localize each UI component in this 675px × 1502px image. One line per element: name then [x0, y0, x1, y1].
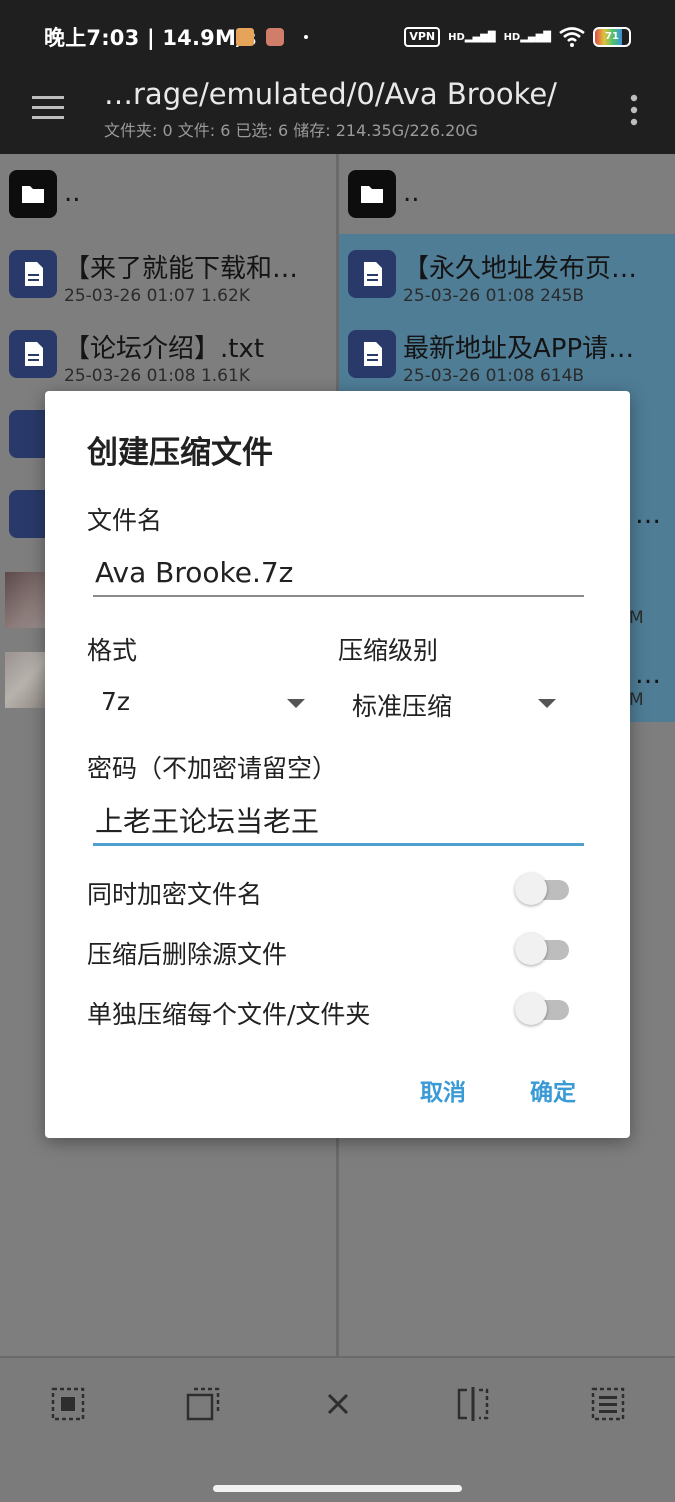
dialog-title: 创建压缩文件: [87, 435, 273, 471]
invert-selection-icon[interactable]: [455, 1386, 491, 1422]
file-meta: 25-03-26 01:07 1.62K: [64, 286, 250, 306]
parent-folder-label: ..: [403, 178, 420, 208]
parent-folder-row[interactable]: ..: [0, 164, 336, 244]
format-value: 7z: [101, 687, 131, 716]
compress-separately-toggle[interactable]: [515, 991, 571, 1027]
partial-file-name: …: [635, 660, 661, 690]
chevron-down-icon: [538, 699, 556, 708]
wifi-icon: [559, 27, 585, 47]
cancel-button[interactable]: 取消: [420, 1073, 466, 1107]
image-thumbnail: [5, 652, 49, 708]
parent-folder-label: ..: [64, 178, 81, 208]
format-dropdown[interactable]: 7z: [93, 681, 315, 725]
delete-source-label: 压缩后删除源文件: [87, 940, 288, 969]
toolbar: …rage/emulated/0/Ava Brooke/ 文件夹: 0 文件: …: [0, 72, 675, 154]
password-label: 密码（不加密请留空）: [87, 754, 338, 783]
select-range-icon[interactable]: [185, 1386, 221, 1422]
more-options-icon[interactable]: [622, 90, 646, 130]
filename-input[interactable]: [93, 549, 584, 597]
battery-icon: 71: [593, 27, 631, 47]
encrypt-filenames-toggle[interactable]: [515, 871, 571, 907]
current-path: …rage/emulated/0/Ava Brooke/: [104, 77, 557, 111]
notification-app-icon: [236, 28, 254, 46]
list-select-icon[interactable]: [590, 1386, 626, 1422]
document-icon: [348, 250, 396, 298]
filename-label: 文件名: [87, 506, 163, 535]
select-all-icon[interactable]: [50, 1386, 86, 1422]
file-name: 【永久地址发布页…: [403, 254, 638, 284]
path-info: 文件夹: 0 文件: 6 已选: 6 储存: 214.35G/226.20G: [104, 121, 478, 140]
close-icon[interactable]: [320, 1386, 356, 1422]
partial-file-meta: M: [629, 690, 644, 710]
document-icon: [9, 330, 57, 378]
compression-level-dropdown[interactable]: 标准压缩: [344, 681, 566, 725]
more-notifications-dot: [304, 35, 308, 39]
status-icons: VPN HD▂▄▆█ HD▂▄▆█ 71: [404, 22, 631, 52]
document-icon: [348, 330, 396, 378]
compress-separately-label: 单独压缩每个文件/文件夹: [87, 1000, 371, 1029]
create-archive-dialog: 创建压缩文件 文件名 格式 压缩级别 7z 标准压缩 密码（不加密请留空） 同时…: [45, 391, 630, 1138]
partial-file-meta: M: [629, 608, 644, 628]
file-name: 最新地址及APP请…: [403, 334, 635, 364]
home-indicator[interactable]: [213, 1485, 462, 1492]
format-label: 格式: [87, 636, 138, 665]
file-name: 【来了就能下载和…: [64, 254, 299, 284]
partial-file-name: …: [635, 500, 661, 530]
signal-icon-2: HD▂▄▆█: [503, 31, 551, 43]
file-meta: 25-03-26 01:08 1.61K: [64, 366, 250, 386]
file-meta: 25-03-26 01:08 245B: [403, 286, 585, 306]
delete-source-toggle[interactable]: [515, 931, 571, 967]
signal-icon-1: HD▂▄▆█: [448, 31, 496, 43]
file-row[interactable]: 【永久地址发布页… 25-03-26 01:08 245B: [339, 244, 675, 324]
folder-icon: [348, 170, 396, 218]
chevron-down-icon: [287, 699, 305, 708]
file-name: 【论坛介绍】.txt: [64, 334, 265, 364]
menu-icon[interactable]: [30, 90, 66, 126]
confirm-button[interactable]: 确定: [530, 1073, 576, 1107]
compression-level-label: 压缩级别: [338, 636, 439, 665]
compression-level-value: 标准压缩: [352, 692, 453, 721]
folder-icon: [9, 170, 57, 218]
bottom-action-bar: [0, 1356, 675, 1502]
encrypt-filenames-label: 同时加密文件名: [87, 880, 263, 909]
file-row[interactable]: 【来了就能下载和… 25-03-26 01:07 1.62K: [0, 244, 336, 324]
document-icon: [9, 250, 57, 298]
download-notification-icon: [266, 28, 284, 46]
password-input[interactable]: [93, 797, 584, 846]
parent-folder-row[interactable]: ..: [339, 164, 675, 244]
vpn-icon: VPN: [404, 27, 441, 47]
status-bar: 晚上7:03 | 14.9M/s VPN HD▂▄▆█ HD▂▄▆█ 71: [0, 0, 675, 72]
status-time: 晚上7:03 | 14.9M/s: [44, 26, 257, 50]
file-meta: 25-03-26 01:08 614B: [403, 366, 585, 386]
image-thumbnail: [5, 572, 49, 628]
